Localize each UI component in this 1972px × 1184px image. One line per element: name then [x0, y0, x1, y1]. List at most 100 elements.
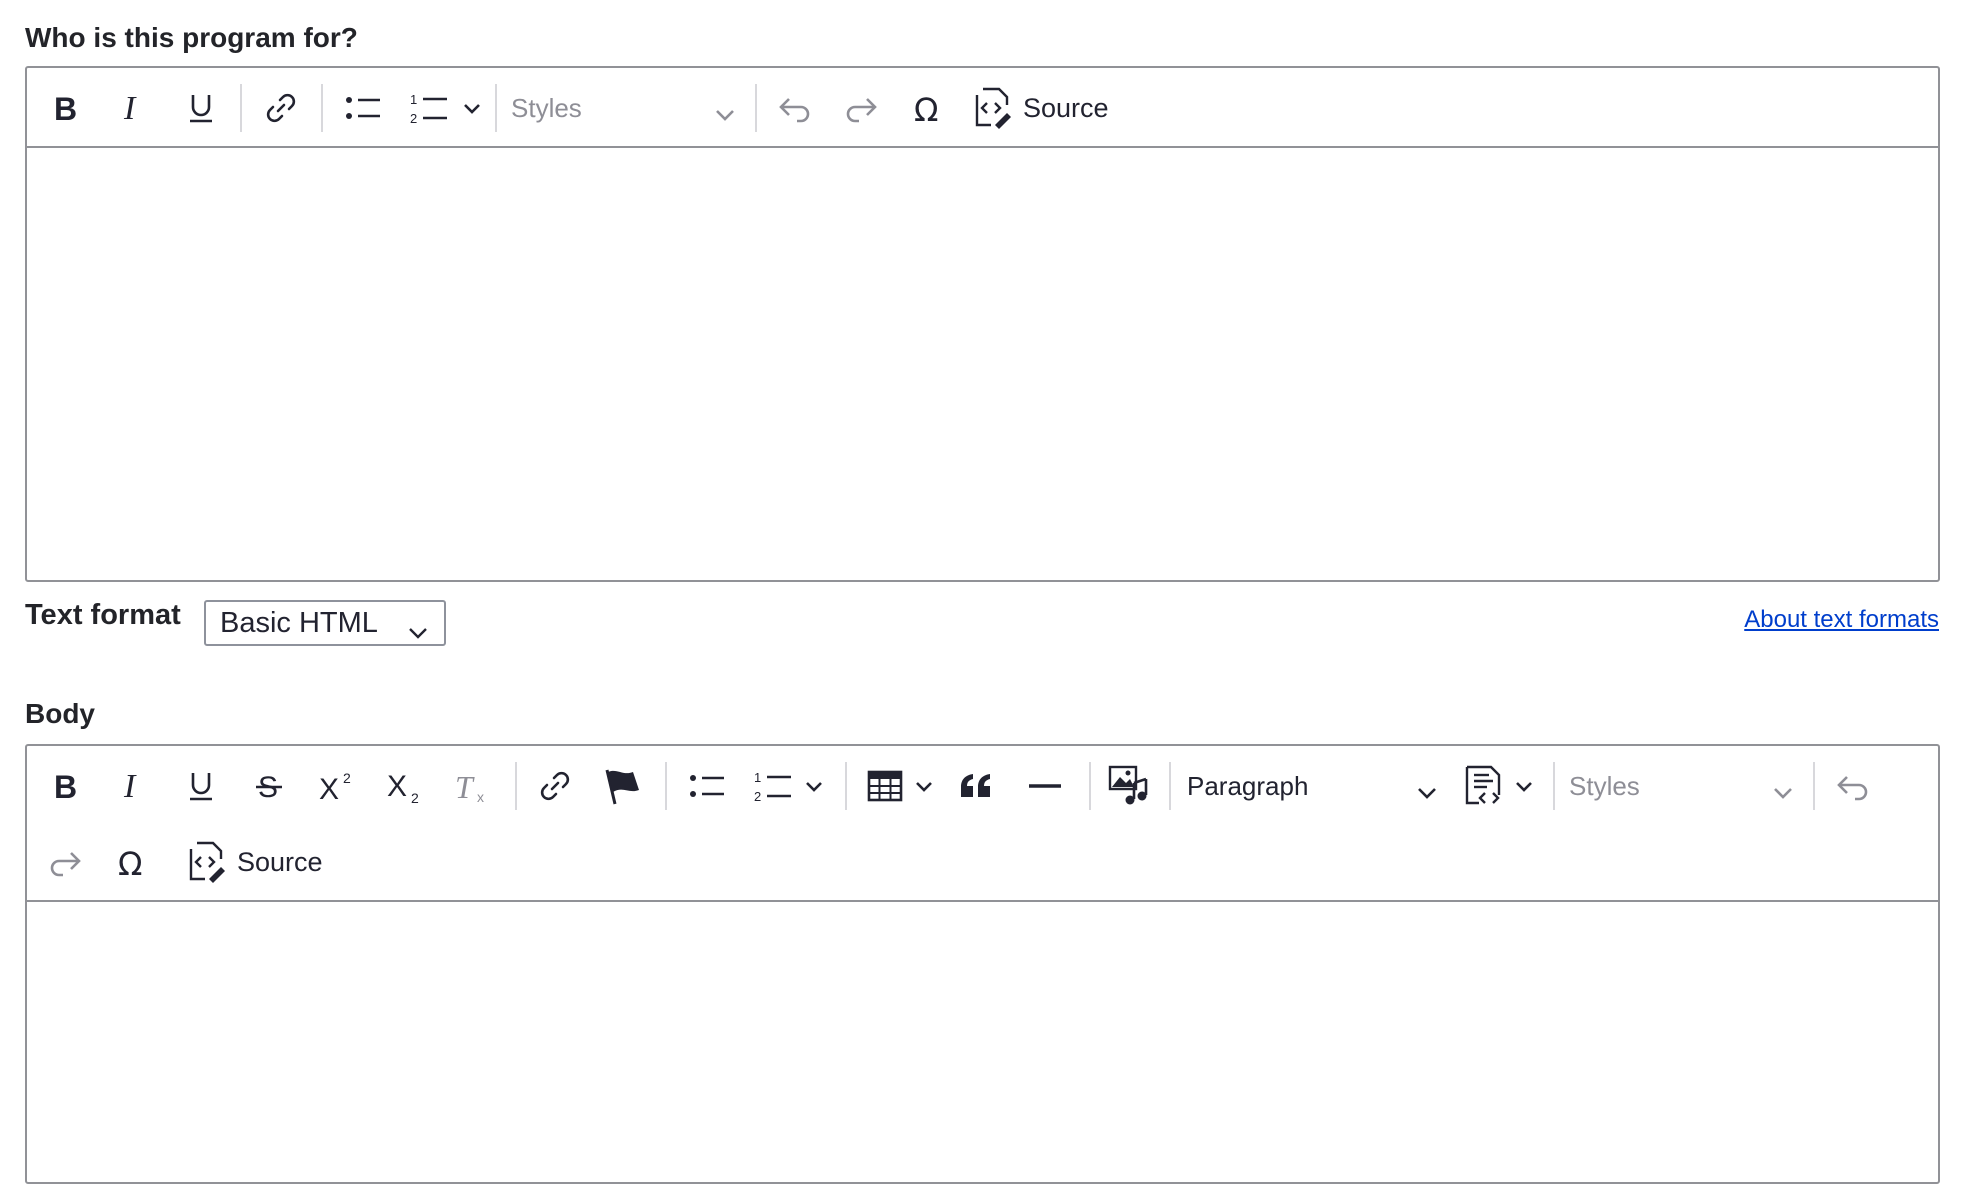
source-icon — [975, 87, 1011, 129]
subscript-button[interactable]: X2 — [379, 758, 431, 814]
editor-content-area[interactable] — [27, 148, 1938, 580]
chevron-down-icon — [1773, 776, 1793, 807]
insert-table-dropdown[interactable] — [911, 758, 937, 814]
horizontal-line-icon — [1029, 784, 1061, 788]
svg-text:I: I — [123, 769, 137, 803]
omega-icon: Ω — [118, 845, 142, 879]
strikethrough-button[interactable]: S — [243, 758, 295, 814]
italic-icon: I — [123, 91, 137, 125]
flag-icon — [605, 769, 639, 805]
numbered-list-button[interactable]: 12 — [401, 80, 457, 136]
numbered-list-dropdown[interactable] — [801, 758, 827, 814]
subscript-icon: X2 — [387, 770, 419, 804]
editor-content-area[interactable] — [27, 902, 1938, 1182]
svg-text:2: 2 — [343, 770, 351, 786]
redo-icon — [846, 98, 877, 123]
svg-text:x: x — [477, 789, 484, 804]
svg-text:X: X — [387, 770, 407, 803]
undo-icon — [1837, 776, 1868, 801]
bulleted-list-icon — [346, 97, 380, 119]
editor-body: B I S X2 X2 Tx 12 Paragraph Styles Ω Sou… — [25, 744, 1940, 1184]
styles-placeholder: Styles — [1569, 770, 1640, 801]
svg-text:2: 2 — [754, 789, 761, 804]
source-button[interactable]: Source — [973, 80, 1123, 136]
svg-text:X: X — [319, 773, 339, 803]
undo-icon — [779, 98, 810, 123]
svg-text:1: 1 — [754, 770, 761, 785]
block-quote-button[interactable] — [951, 758, 1003, 814]
horizontal-line-button[interactable] — [1019, 758, 1071, 814]
text-format-select[interactable]: Basic HTML — [204, 600, 446, 646]
bulleted-list-icon — [690, 775, 724, 797]
media-icon — [1108, 765, 1148, 805]
bulleted-list-button[interactable] — [335, 80, 391, 136]
link-icon — [540, 771, 570, 801]
chevron-down-icon — [408, 615, 428, 648]
text-format-label: Text format — [25, 599, 181, 631]
numbered-list-icon: 12 — [754, 770, 791, 804]
superscript-icon: X2 — [319, 770, 351, 803]
remove-format-icon: Tx — [455, 769, 484, 804]
styles-dropdown[interactable]: Styles — [511, 80, 735, 136]
field-label-body: Body — [25, 698, 95, 729]
numbered-list-icon: 12 — [410, 92, 447, 126]
field-label-who-is-this-for: Who is this program for? — [25, 22, 358, 53]
underline-icon — [190, 95, 212, 123]
bold-icon: B — [54, 93, 77, 123]
editor-toolbar: B I 12 Styles Ω Source — [27, 68, 1938, 148]
omega-icon: Ω — [914, 91, 938, 125]
redo-button[interactable] — [39, 834, 91, 890]
undo-button[interactable] — [1827, 758, 1879, 814]
svg-text:Ω: Ω — [914, 91, 938, 125]
about-text-formats-link[interactable]: About text formats — [1744, 606, 1939, 634]
chevron-down-icon — [1516, 782, 1532, 792]
heading-dropdown[interactable]: Paragraph — [1187, 758, 1437, 814]
svg-text:2: 2 — [410, 111, 417, 126]
numbered-list-button[interactable]: 12 — [745, 758, 801, 814]
styles-placeholder: Styles — [511, 92, 582, 123]
link-button[interactable] — [529, 758, 581, 814]
svg-text:1: 1 — [410, 92, 417, 107]
link-button[interactable] — [255, 80, 307, 136]
underline-button[interactable] — [175, 758, 227, 814]
remove-format-button[interactable]: Tx — [447, 758, 499, 814]
code-block-dropdown[interactable] — [1511, 758, 1537, 814]
underline-button[interactable] — [175, 80, 227, 136]
redo-icon — [50, 852, 81, 877]
bold-icon: B — [54, 771, 77, 801]
superscript-button[interactable]: X2 — [311, 758, 363, 814]
bold-button[interactable]: B — [39, 758, 91, 814]
anchor-button[interactable] — [597, 758, 649, 814]
bulleted-list-button[interactable] — [679, 758, 735, 814]
chevron-down-icon — [1417, 776, 1437, 807]
italic-icon: I — [123, 769, 137, 803]
italic-button[interactable]: I — [107, 80, 159, 136]
undo-button[interactable] — [769, 80, 821, 136]
svg-text:Ω: Ω — [118, 845, 142, 879]
source-button[interactable]: Source — [187, 834, 337, 890]
svg-text:T: T — [455, 769, 475, 804]
editor-toolbar: B I S X2 X2 Tx 12 Paragraph Styles Ω Sou… — [27, 746, 1938, 902]
redo-button[interactable] — [835, 80, 887, 136]
chevron-down-icon — [916, 782, 932, 792]
chevron-down-icon — [806, 782, 822, 792]
bold-button[interactable]: B — [39, 80, 91, 136]
source-icon — [189, 841, 225, 883]
editor-who-is-this-for: B I 12 Styles Ω Source — [25, 66, 1940, 582]
quote-icon — [961, 774, 990, 797]
insert-table-button[interactable] — [859, 758, 911, 814]
chevron-down-icon — [464, 104, 480, 114]
italic-button[interactable]: I — [107, 758, 159, 814]
heading-value: Paragraph — [1187, 770, 1309, 801]
styles-dropdown[interactable]: Styles — [1569, 758, 1793, 814]
numbered-list-dropdown[interactable] — [459, 80, 485, 136]
insert-media-button[interactable] — [1103, 758, 1155, 814]
svg-text:B: B — [54, 93, 77, 123]
source-label: Source — [237, 846, 323, 877]
special-characters-button[interactable]: Ω — [903, 80, 955, 136]
special-characters-button[interactable]: Ω — [107, 834, 159, 890]
code-block-button[interactable] — [1459, 758, 1511, 814]
text-format-value: Basic HTML — [220, 606, 378, 639]
table-icon — [867, 770, 903, 802]
underline-icon — [190, 773, 212, 801]
